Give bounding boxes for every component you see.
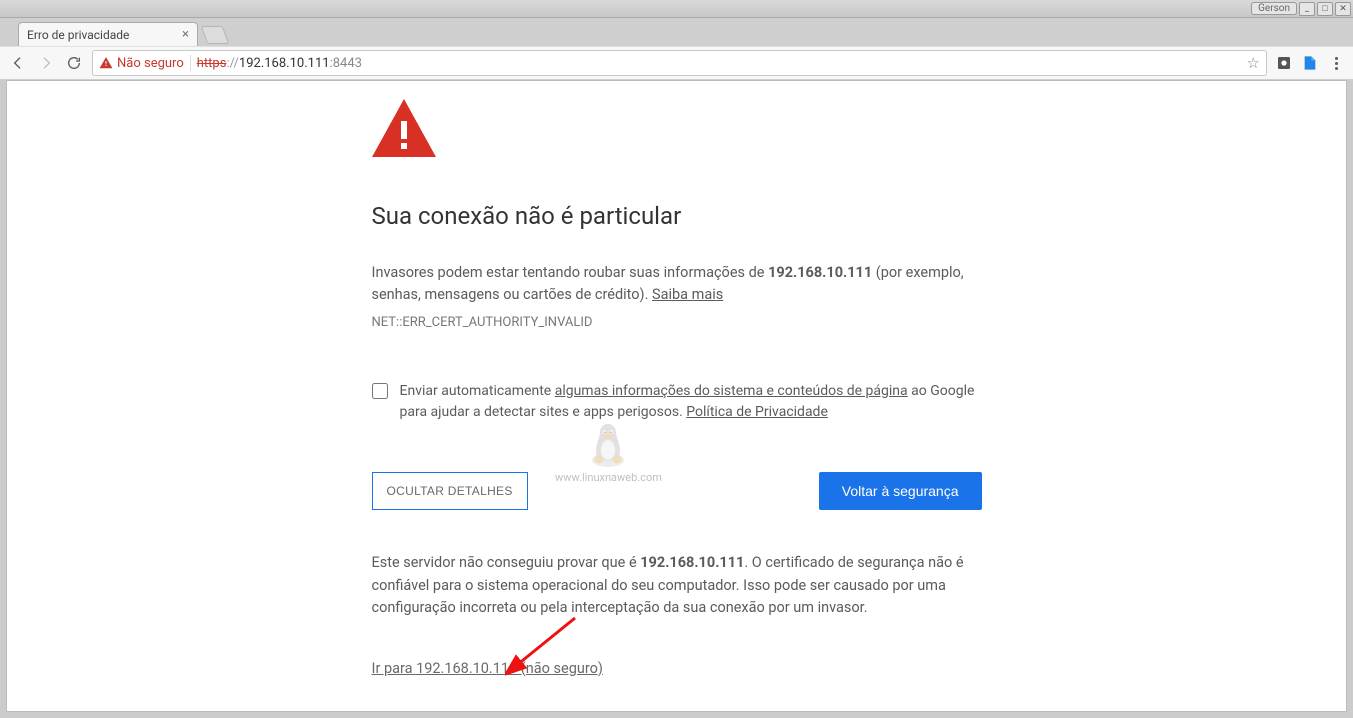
extension-icon-1[interactable] bbox=[1275, 54, 1293, 72]
browser-tab[interactable]: Erro de privacidade × bbox=[18, 22, 198, 46]
back-button[interactable] bbox=[8, 53, 28, 73]
os-titlebar: Gerson _ □ ✕ bbox=[0, 0, 1353, 18]
large-warning-icon bbox=[372, 99, 982, 164]
page-viewport[interactable]: Sua conexão não é particular Invasores p… bbox=[6, 80, 1347, 712]
ssl-error-interstitial: Sua conexão não é particular Invasores p… bbox=[372, 99, 982, 712]
extension-icon-2[interactable] bbox=[1301, 54, 1319, 72]
url-text: https://192.168.10.111:8443 bbox=[197, 56, 362, 71]
address-bar[interactable]: Não seguro https://192.168.10.111:8443 ☆ bbox=[92, 50, 1267, 76]
tab-title: Erro de privacidade bbox=[27, 28, 129, 42]
new-tab-button[interactable] bbox=[201, 26, 230, 44]
browser-toolbar: Não seguro https://192.168.10.111:8443 ☆ bbox=[0, 46, 1353, 80]
warning-triangle-icon bbox=[99, 56, 113, 70]
report-optin-checkbox[interactable] bbox=[372, 383, 388, 399]
not-secure-label: Não seguro bbox=[117, 56, 184, 71]
report-optin-row: Enviar automaticamente algumas informaçõ… bbox=[372, 381, 982, 424]
error-body: Invasores podem estar tentando roubar su… bbox=[372, 262, 982, 307]
security-warning-chip[interactable]: Não seguro bbox=[99, 56, 184, 71]
window-close-button[interactable]: ✕ bbox=[1335, 2, 1351, 16]
window-minimize-button[interactable]: _ bbox=[1299, 2, 1315, 16]
os-username: Gerson bbox=[1251, 2, 1297, 15]
learn-more-link[interactable]: Saiba mais bbox=[652, 286, 723, 303]
browser-menu-button[interactable] bbox=[1327, 57, 1345, 70]
browser-tabstrip: Erro de privacidade × bbox=[0, 18, 1353, 46]
window-maximize-button[interactable]: □ bbox=[1317, 2, 1333, 16]
back-to-safety-button[interactable]: Voltar à segurança bbox=[819, 472, 982, 510]
error-code: NET::ERR_CERT_AUTHORITY_INVALID bbox=[372, 313, 982, 333]
forward-button bbox=[36, 53, 56, 73]
report-info-link[interactable]: algumas informações do sistema e conteúd… bbox=[555, 383, 908, 399]
button-row: OCULTAR DETALHES Voltar à segurança bbox=[372, 472, 982, 510]
hide-details-button[interactable]: OCULTAR DETALHES bbox=[372, 472, 528, 510]
tab-close-icon[interactable]: × bbox=[182, 27, 189, 42]
details-body: Este servidor não conseguiu provar que é… bbox=[372, 552, 982, 619]
reload-button[interactable] bbox=[64, 53, 84, 73]
privacy-policy-link[interactable]: Política de Privacidade bbox=[686, 404, 828, 420]
proceed-unsafe-link[interactable]: Ir para 192.168.10.111 (não seguro) bbox=[372, 658, 603, 680]
omnibox-divider bbox=[190, 55, 191, 71]
error-heading: Sua conexão não é particular bbox=[372, 198, 982, 235]
bookmark-star-icon[interactable]: ☆ bbox=[1247, 54, 1260, 72]
